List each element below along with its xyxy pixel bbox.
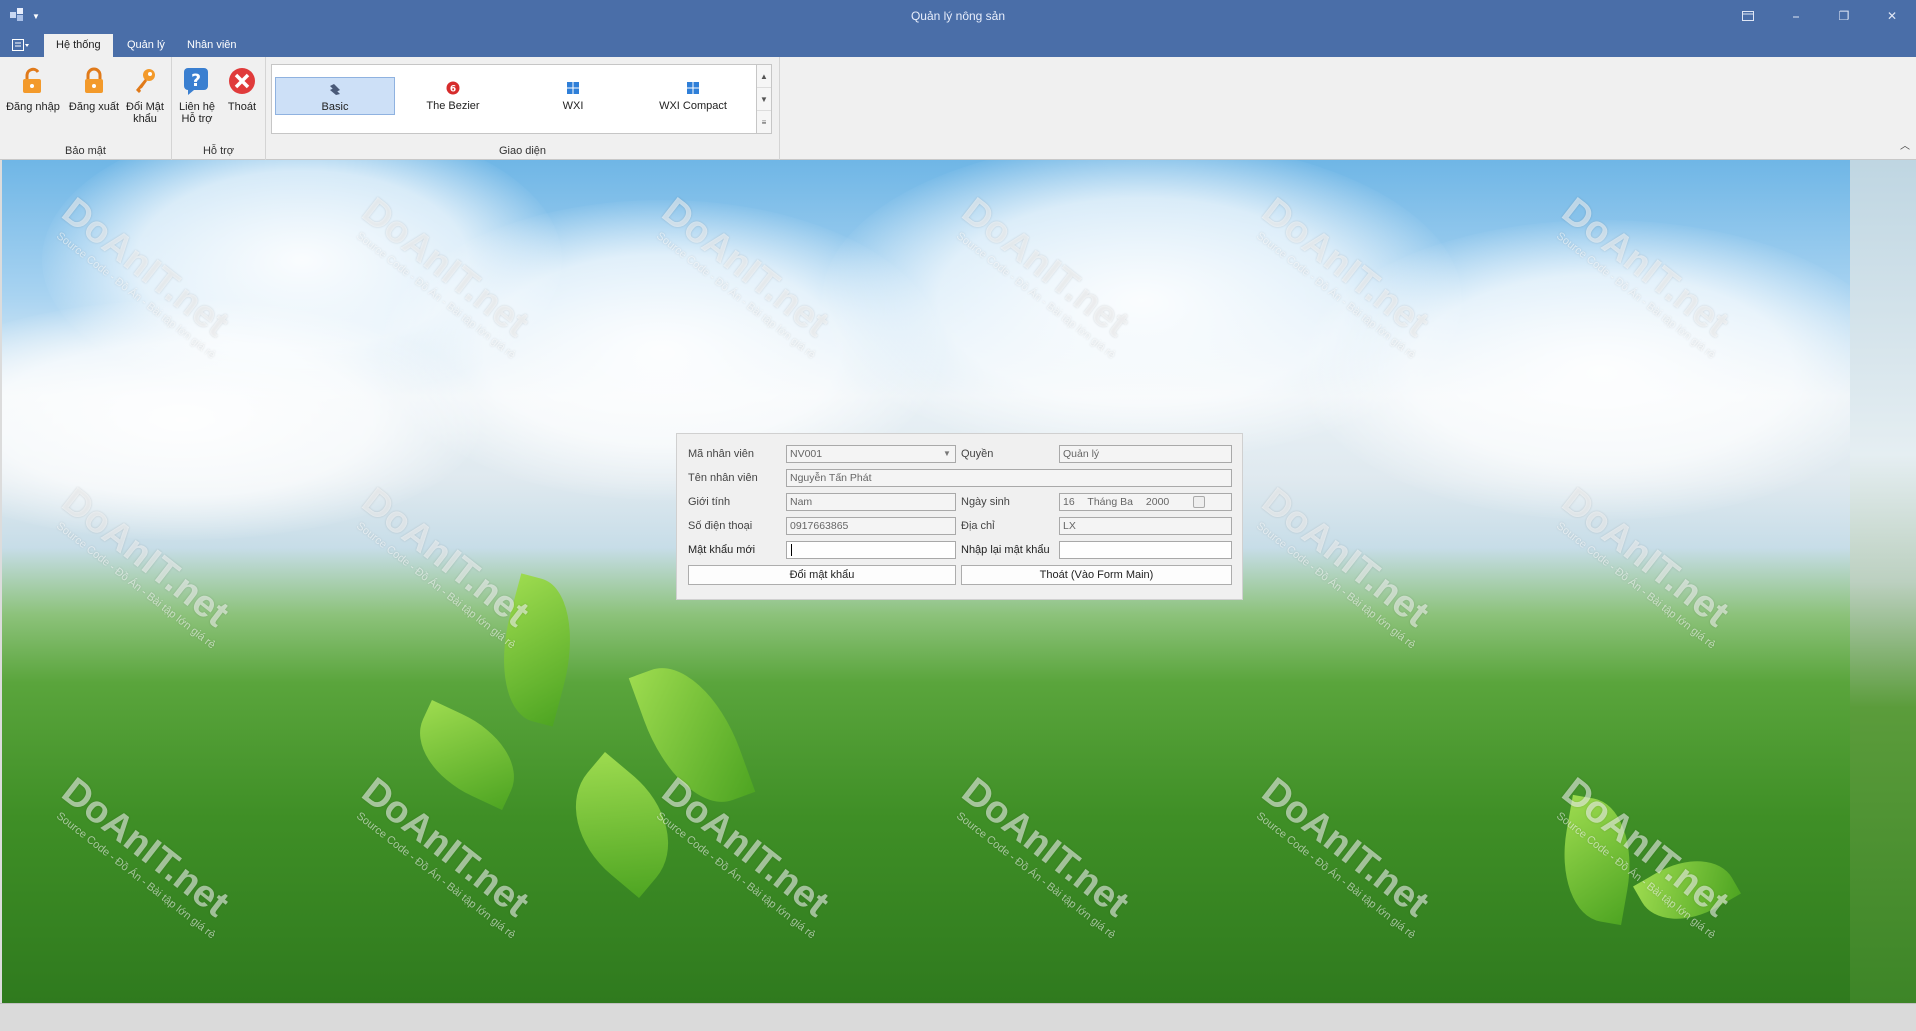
- role-field[interactable]: Quản lý: [1059, 445, 1232, 463]
- skin-wxi[interactable]: WXI: [513, 77, 633, 115]
- new-password-input[interactable]: [786, 541, 956, 559]
- skin-gallery: Basic 6 The Bezier WXI WXI Compact: [271, 64, 757, 134]
- minimize-button[interactable]: ⎯: [1772, 0, 1820, 32]
- group-label-ho-tro: Hỗ trợ: [202, 145, 235, 157]
- gender-label: Giới tính: [688, 496, 731, 508]
- group-bao-mat: Đăng nhập Đăng xuất Đổi Mật khẩu Bảo mật: [0, 57, 172, 160]
- title-bar: ▼ Quản lý nông sản ⎯ ❐ ✕: [0, 0, 1916, 32]
- wxi-compact-skin-icon: [686, 81, 700, 95]
- contact-support-button[interactable]: ? Liên hệ Hỗ trợ: [174, 65, 220, 125]
- skin-the-bezier[interactable]: 6 The Bezier: [393, 77, 513, 115]
- text-caret: [791, 544, 792, 557]
- role-label: Quyền: [961, 448, 994, 460]
- svg-text:6: 6: [450, 85, 456, 95]
- collapse-ribbon-icon[interactable]: ︿: [1900, 137, 1910, 152]
- ribbon-display-options-icon[interactable]: [1724, 0, 1772, 32]
- employee-id-select[interactable]: NV001 ▼: [786, 445, 956, 463]
- change-password-submit-button[interactable]: Đổi mật khẩu: [688, 565, 956, 585]
- restore-button[interactable]: ❐: [1820, 0, 1868, 32]
- group-ho-tro: ? Liên hệ Hỗ trợ Thoát Hỗ trợ: [172, 57, 266, 160]
- svg-text:?: ?: [191, 71, 201, 91]
- gallery-scroller: ▲ ▼ ≡: [757, 64, 772, 134]
- new-password-label: Mật khẩu mới: [688, 544, 756, 556]
- close-button[interactable]: ✕: [1868, 0, 1916, 32]
- gender-field[interactable]: Nam: [786, 493, 956, 511]
- birth-day: 16: [1063, 496, 1075, 508]
- logout-button[interactable]: Đăng xuất: [65, 65, 123, 113]
- birth-month: Tháng Ba: [1087, 496, 1133, 508]
- calendar-toggle-icon[interactable]: [1193, 496, 1205, 508]
- exit-icon: [226, 65, 258, 97]
- exit-button[interactable]: Thoát: [220, 65, 264, 113]
- group-label-bao-mat: Bảo mật: [65, 145, 106, 157]
- confirm-password-input[interactable]: [1059, 541, 1232, 559]
- help-icon: ?: [181, 65, 213, 97]
- tab-quan-ly[interactable]: Quản lý: [115, 34, 177, 57]
- confirm-password-label: Nhập lại mật khẩu: [961, 544, 1050, 556]
- wxi-skin-icon: [566, 81, 580, 95]
- tab-he-thong[interactable]: Hệ thống: [44, 34, 113, 57]
- change-password-button[interactable]: Đổi Mật khẩu: [116, 65, 174, 125]
- basic-skin-icon: [328, 82, 342, 96]
- chevron-down-icon[interactable]: ▼: [939, 446, 955, 462]
- birthdate-picker[interactable]: 16 Tháng Ba 2000: [1059, 493, 1232, 511]
- unlock-icon: [17, 65, 49, 97]
- address-label: Địa chỉ: [961, 520, 995, 532]
- change-password-form: Mã nhân viên NV001 ▼ Quyền Quản lý Tên n…: [676, 433, 1243, 600]
- employee-name-label: Tên nhân viên: [688, 472, 758, 484]
- app-menu-icon[interactable]: [8, 37, 34, 53]
- gallery-scroll-down-icon[interactable]: ▼: [757, 88, 771, 111]
- phone-field[interactable]: 0917663865: [786, 517, 956, 535]
- phone-label: Số điện thoại: [688, 520, 753, 532]
- address-field[interactable]: LX: [1059, 517, 1232, 535]
- key-icon: [129, 65, 161, 97]
- ribbon: Đăng nhập Đăng xuất Đổi Mật khẩu Bảo mật…: [0, 57, 1916, 160]
- skin-wxi-compact[interactable]: WXI Compact: [633, 77, 753, 115]
- employee-id-label: Mã nhân viên: [688, 448, 755, 460]
- status-bar: [0, 1003, 1916, 1031]
- gallery-expand-icon[interactable]: ≡: [757, 111, 771, 133]
- birthdate-label: Ngày sinh: [961, 496, 1010, 508]
- skin-basic[interactable]: Basic: [275, 77, 395, 115]
- tab-nhan-vien[interactable]: Nhân viên: [175, 34, 249, 57]
- lock-icon: [78, 65, 110, 97]
- ribbon-tab-bar: Hệ thống Quản lý Nhân viên: [0, 32, 1916, 57]
- login-button[interactable]: Đăng nhập: [4, 65, 62, 113]
- exit-to-main-button[interactable]: Thoát (Vào Form Main): [961, 565, 1232, 585]
- group-label-giao-dien: Giao diện: [498, 145, 547, 157]
- window-title: Quản lý nông sản: [910, 9, 1006, 23]
- gallery-scroll-up-icon[interactable]: ▲: [757, 65, 771, 88]
- bezier-skin-icon: 6: [446, 81, 460, 95]
- birth-year: 2000: [1145, 496, 1170, 508]
- employee-name-field[interactable]: Nguyễn Tấn Phát: [786, 469, 1232, 487]
- background-right-strip: [1850, 160, 1916, 1003]
